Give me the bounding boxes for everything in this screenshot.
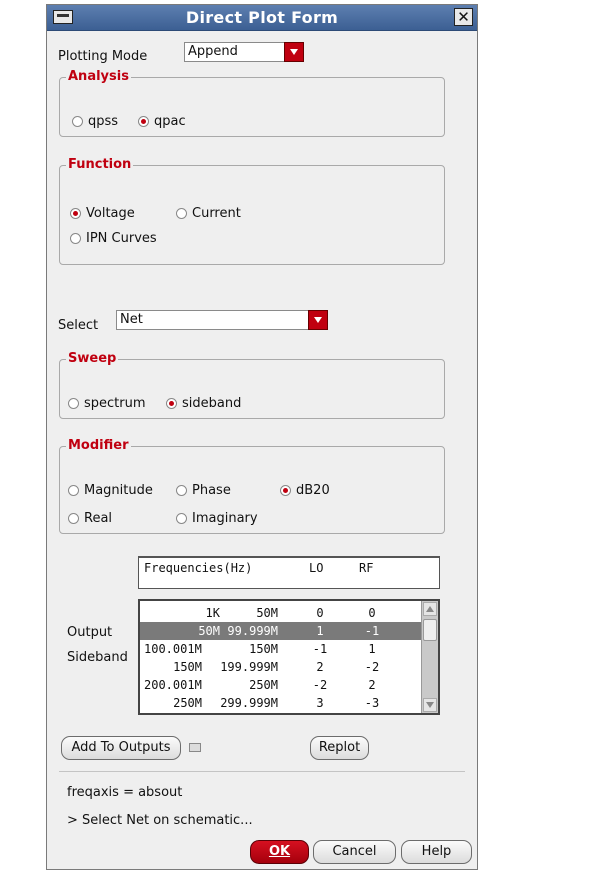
- radio-indicator: [68, 398, 79, 409]
- modifier-group: Modifier Magnitude Phase dB20 Real Imagi…: [59, 438, 445, 534]
- select-label: Select: [58, 318, 99, 333]
- help-button-label: Help: [421, 844, 452, 859]
- header-lo: LO: [309, 561, 324, 575]
- radio-spectrum[interactable]: spectrum: [68, 396, 146, 411]
- title-bar[interactable]: Direct Plot Form ✕: [47, 5, 477, 31]
- scroll-up-icon[interactable]: [423, 602, 437, 616]
- radio-qpac[interactable]: qpac: [138, 114, 186, 129]
- list-item-selected[interactable]: 50M 99.999M 1 -1: [140, 622, 422, 640]
- output-sideband-label-2: Sideband: [67, 650, 128, 665]
- function-group-title: Function: [66, 157, 134, 172]
- radio-current-label: Current: [192, 206, 241, 221]
- chevron-down-icon[interactable]: [284, 42, 304, 62]
- ok-button-label: OK: [268, 844, 291, 859]
- radio-indicator: [176, 513, 187, 524]
- sweep-group-title: Sweep: [66, 351, 119, 366]
- function-group: Function Voltage Current IPN Curves: [59, 157, 445, 265]
- radio-real[interactable]: Real: [68, 511, 112, 526]
- output-sideband-label-1: Output: [67, 625, 113, 640]
- radio-voltage[interactable]: Voltage: [70, 206, 135, 221]
- window-title: Direct Plot Form: [185, 8, 339, 27]
- radio-indicator: [176, 485, 187, 496]
- radio-imaginary-label: Imaginary: [192, 511, 258, 526]
- direct-plot-form-window: Direct Plot Form ✕ Plotting Mode Append …: [46, 4, 478, 870]
- radio-db20-label: dB20: [296, 483, 330, 498]
- radio-phase-label: Phase: [192, 483, 231, 498]
- plotting-mode-dropdown[interactable]: Append: [184, 42, 304, 62]
- select-value: Net: [120, 312, 143, 327]
- radio-indicator-selected: [70, 208, 81, 219]
- radio-indicator: [70, 233, 81, 244]
- analysis-group: Analysis qpss qpac: [59, 69, 445, 137]
- radio-indicator: [68, 513, 79, 524]
- radio-ipn-curves[interactable]: IPN Curves: [70, 231, 157, 246]
- radio-spectrum-label: spectrum: [84, 396, 146, 411]
- select-dropdown[interactable]: Net: [116, 310, 328, 330]
- help-button[interactable]: Help: [401, 840, 472, 864]
- radio-magnitude[interactable]: Magnitude: [68, 483, 153, 498]
- cancel-button[interactable]: Cancel: [313, 840, 396, 864]
- ok-button[interactable]: OK: [250, 840, 309, 864]
- header-rf: RF: [359, 561, 374, 575]
- list-item[interactable]: 250M 299.999M 3 -3: [140, 694, 422, 712]
- list-item[interactable]: 1K 50M 0 0: [140, 604, 422, 622]
- chevron-down-icon[interactable]: [308, 310, 328, 330]
- radio-voltage-label: Voltage: [86, 206, 135, 221]
- status-prompt: > Select Net on schematic...: [67, 813, 253, 828]
- radio-db20[interactable]: dB20: [280, 483, 330, 498]
- scroll-thumb[interactable]: [423, 619, 437, 641]
- add-to-outputs-option-toggle[interactable]: [189, 743, 201, 752]
- list-item[interactable]: 100.001M 150M -1 1: [140, 640, 422, 658]
- plotting-mode-value: Append: [188, 44, 238, 59]
- sideband-list-scrollbar[interactable]: [421, 601, 438, 713]
- radio-indicator-selected: [280, 485, 291, 496]
- radio-sideband[interactable]: sideband: [166, 396, 241, 411]
- status-freqaxis: freqaxis = absout: [67, 785, 183, 800]
- radio-real-label: Real: [84, 511, 113, 526]
- radio-indicator-selected: [138, 116, 149, 127]
- divider: [59, 771, 465, 772]
- cancel-button-label: Cancel: [332, 844, 377, 859]
- add-to-outputs-button[interactable]: Add To Outputs: [61, 736, 181, 760]
- sideband-table-header: Frequencies(Hz) LO RF: [138, 556, 440, 589]
- radio-qpss-label: qpss: [88, 114, 119, 129]
- radio-indicator-selected: [166, 398, 177, 409]
- sideband-list[interactable]: 1K 50M 0 0 50M 99.999M 1 -1 100.001M 150…: [138, 599, 440, 715]
- scroll-down-icon[interactable]: [423, 698, 437, 712]
- radio-indicator: [72, 116, 83, 127]
- radio-qpac-label: qpac: [154, 114, 186, 129]
- replot-button[interactable]: Replot: [310, 736, 369, 760]
- radio-phase[interactable]: Phase: [176, 483, 231, 498]
- radio-magnitude-label: Magnitude: [84, 483, 153, 498]
- radio-qpss[interactable]: qpss: [72, 114, 118, 129]
- radio-indicator: [176, 208, 187, 219]
- radio-current[interactable]: Current: [176, 206, 241, 221]
- close-button[interactable]: ✕: [454, 8, 473, 26]
- analysis-group-title: Analysis: [66, 69, 131, 84]
- list-item[interactable]: 200.001M 250M -2 2: [140, 676, 422, 694]
- modifier-group-title: Modifier: [66, 438, 131, 453]
- radio-indicator: [68, 485, 79, 496]
- header-frequencies: Frequencies(Hz): [144, 561, 253, 575]
- list-item[interactable]: 150M 199.999M 2 -2: [140, 658, 422, 676]
- radio-imaginary[interactable]: Imaginary: [176, 511, 258, 526]
- plotting-mode-label: Plotting Mode: [58, 49, 148, 64]
- radio-sideband-label: sideband: [182, 396, 242, 411]
- close-icon: ✕: [457, 8, 470, 26]
- sweep-group: Sweep spectrum sideband: [59, 351, 445, 419]
- radio-ipn-curves-label: IPN Curves: [86, 231, 157, 246]
